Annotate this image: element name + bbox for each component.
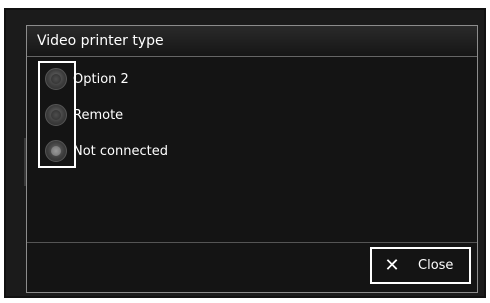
close-label: Close	[418, 258, 454, 273]
option-remote[interactable]: Remote	[45, 100, 123, 130]
option-label: Option 2	[73, 71, 129, 87]
radio-not-connected[interactable]	[45, 140, 67, 162]
option-label: Not connected	[73, 143, 168, 159]
dialog-title: Video printer type	[27, 26, 477, 57]
close-icon: ✕	[384, 255, 400, 276]
radio-remote[interactable]	[45, 104, 67, 126]
option-label: Remote	[73, 107, 124, 123]
radio-option-2[interactable]	[45, 68, 67, 90]
video-printer-type-dialog: Video printer type Option 2 Remote Not c…	[26, 25, 478, 293]
option-not-connected[interactable]: Not connected	[45, 136, 168, 166]
close-button[interactable]: ✕ Close	[370, 247, 471, 284]
dialog-footer-divider	[27, 242, 477, 243]
option-2[interactable]: Option 2	[45, 64, 129, 94]
